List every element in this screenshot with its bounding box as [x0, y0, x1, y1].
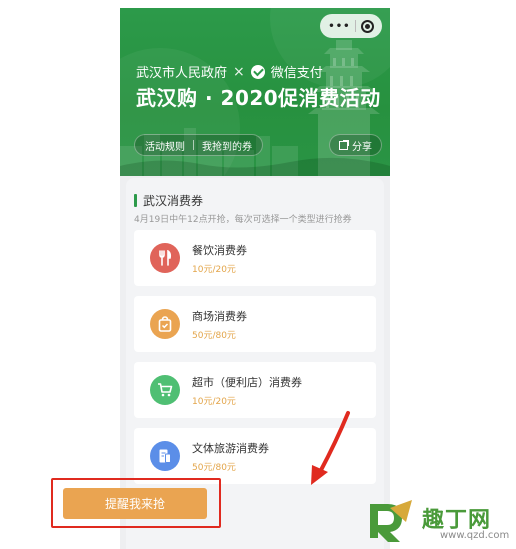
coupon-price: 50元/80元: [192, 330, 236, 341]
my-coupons-link[interactable]: 我抢到的券: [202, 138, 252, 153]
site-watermark: 趣丁网 www.qzd.com: [366, 496, 516, 549]
coupon-item-supermarket[interactable]: 超市（便利店）消费券 10元/20元: [134, 362, 376, 418]
coupon-price: 10元/20元: [192, 396, 236, 407]
header-links: 活动规则 我抢到的券: [134, 134, 263, 156]
coupon-text: 商场消费券 50元/80元: [192, 308, 247, 341]
coupon-item-dining[interactable]: 餐饮消费券 10元/20元: [134, 230, 376, 286]
pay-name: 微信支付: [270, 66, 323, 81]
partner-line: 武汉市人民政府 × 微信支付: [136, 62, 323, 82]
org-name: 武汉市人民政府: [136, 66, 228, 81]
miniprogram-screen: ••• 武汉市人民政府 × 微信支付 武汉购 · 2020促消费活动 活动规则 …: [120, 8, 390, 549]
coupon-name: 商场消费券: [192, 309, 247, 323]
coupon-text: 超市（便利店）消费券 10元/20元: [192, 374, 302, 407]
section-accent-bar: [134, 194, 137, 207]
coupon-item-mall[interactable]: 商场消费券 50元/80元: [134, 296, 376, 352]
close-miniprogram-icon[interactable]: [360, 19, 374, 33]
share-button[interactable]: 分享: [329, 134, 382, 156]
coupon-name: 文体旅游消费券: [192, 441, 269, 455]
times-symbol: ×: [233, 63, 245, 80]
watermark-url: www.qzd.com: [440, 530, 510, 541]
header-banner: ••• 武汉市人民政府 × 微信支付 武汉购 · 2020促消费活动 活动规则 …: [120, 8, 390, 176]
dining-icon: [150, 243, 180, 273]
miniprogram-capsule[interactable]: •••: [320, 14, 382, 38]
watermark-logo-icon: [370, 500, 412, 542]
rules-link[interactable]: 活动规则: [145, 138, 185, 153]
section-title-text: 武汉消费券: [143, 194, 204, 208]
ticket-icon: [150, 441, 180, 471]
cart-icon: [150, 375, 180, 405]
links-divider: [193, 140, 194, 150]
capsule-divider: [355, 20, 357, 32]
section-subtitle: 4月19日中午12点开抢，每次可选择一个类型进行抢券: [134, 215, 352, 225]
section-title: 武汉消费券: [134, 192, 203, 209]
page-title: 武汉购 · 2020促消费活动: [136, 86, 381, 110]
coupon-item-culture-tourism[interactable]: 文体旅游消费券 50元/80元: [134, 428, 376, 484]
share-icon: [339, 139, 349, 150]
more-menu-icon[interactable]: •••: [328, 21, 350, 32]
wechat-pay-icon: [250, 64, 265, 79]
coupon-name: 超市（便利店）消费券: [192, 375, 302, 389]
coupon-name: 餐饮消费券: [192, 243, 247, 257]
coupon-text: 文体旅游消费券 50元/80元: [192, 440, 269, 473]
coupon-price: 10元/20元: [192, 264, 236, 275]
coupon-text: 餐饮消费券 10元/20元: [192, 242, 247, 275]
coupon-price: 50元/80元: [192, 462, 236, 473]
share-label: 分享: [352, 141, 372, 153]
remind-me-button[interactable]: 提醒我来抢: [63, 488, 207, 519]
shopping-bag-icon: [150, 309, 180, 339]
